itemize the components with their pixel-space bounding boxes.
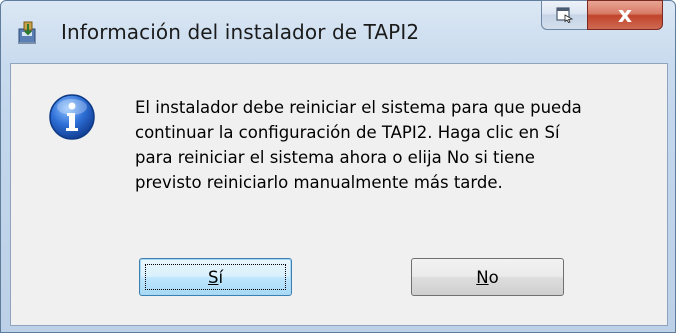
title-bar[interactable]: Información del instalador de TAPI2 x — [1, 0, 675, 63]
yes-button-label: Sí — [207, 267, 224, 287]
no-button-label: No — [476, 267, 499, 287]
information-icon — [49, 94, 95, 140]
context-help-button[interactable] — [541, 0, 587, 30]
window-title: Información del instalador de TAPI2 — [61, 20, 420, 44]
context-help-icon — [555, 7, 573, 23]
installer-icon — [18, 21, 36, 44]
caption-buttons: x — [541, 0, 663, 30]
dialog-window: Información del instalador de TAPI2 x El… — [0, 0, 676, 333]
dialog-content: El instalador debe reiniciar el sistema … — [10, 63, 668, 326]
dialog-message: El instalador debe reiniciar el sistema … — [135, 98, 582, 192]
close-icon: x — [617, 2, 633, 28]
no-button[interactable]: No — [411, 258, 564, 296]
close-button[interactable]: x — [587, 0, 663, 30]
yes-button[interactable]: Sí — [139, 258, 292, 296]
